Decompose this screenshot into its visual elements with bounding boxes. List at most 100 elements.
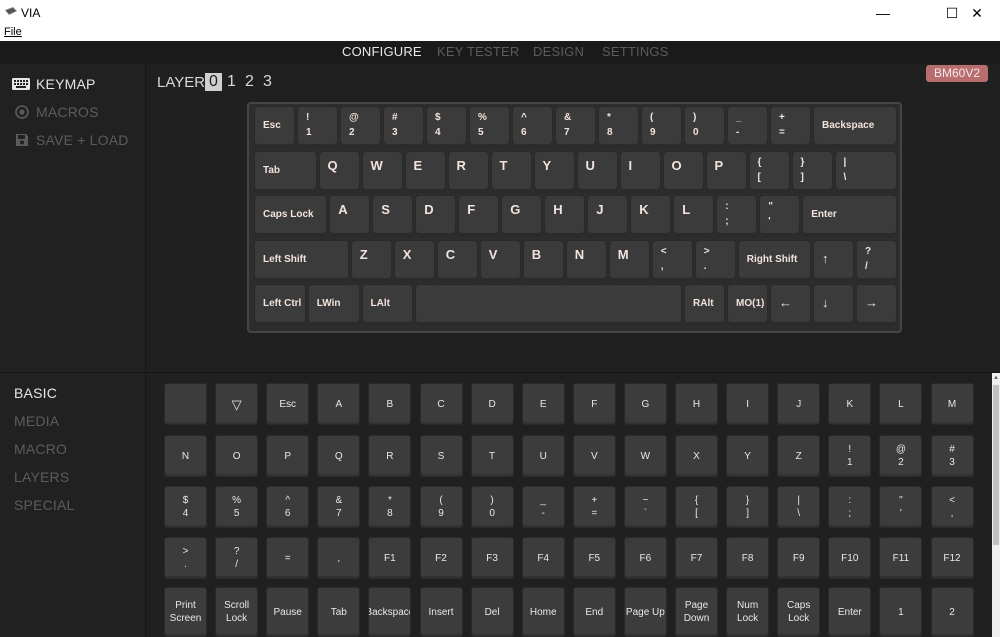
keymap-key[interactable]: K xyxy=(631,196,671,236)
keymap-key[interactable]: M xyxy=(609,241,649,281)
keymap-key[interactable]: Backspace xyxy=(814,107,896,147)
keymap-key[interactable]: MO(1) xyxy=(728,285,767,325)
keycode-button[interactable]: | \ xyxy=(777,486,821,528)
keycode-button[interactable]: R xyxy=(368,435,412,477)
keymap-key[interactable]: & 7 xyxy=(556,107,595,147)
keycode-button[interactable]: B xyxy=(368,383,412,425)
keymap-key[interactable]: E xyxy=(405,152,445,192)
keycode-button[interactable]: F8 xyxy=(726,537,770,579)
keycode-button[interactable]: F7 xyxy=(675,537,718,579)
tab-key-tester[interactable]: KEY TESTER xyxy=(437,44,519,59)
keycode-button[interactable]: F1 xyxy=(368,537,412,579)
keycode-button[interactable]: Insert xyxy=(419,587,463,637)
keycode-button[interactable]: $4 xyxy=(164,486,207,528)
keymap-key[interactable]: O xyxy=(663,152,703,192)
keymap-key[interactable]: * 8 xyxy=(599,107,638,147)
keymap-key[interactable]: X xyxy=(394,241,434,281)
keycode-button[interactable]: T xyxy=(470,435,514,477)
keycode-button[interactable]: Scroll Lock xyxy=(215,587,259,637)
keymap-key[interactable]: :; xyxy=(717,196,757,236)
keymap-key[interactable]: A xyxy=(330,196,370,236)
keymap-key[interactable]: W xyxy=(362,152,402,192)
keycode-button[interactable]: >. xyxy=(164,537,207,579)
keycode-button[interactable]: ^ 6 xyxy=(266,486,310,528)
category-basic[interactable]: BASIC xyxy=(14,385,57,401)
keymap-key[interactable]: Enter xyxy=(803,196,896,236)
keycode-button[interactable]: _ - xyxy=(521,486,565,528)
keymap-key[interactable]: Y xyxy=(534,152,574,192)
layer-1-button[interactable]: 1 xyxy=(223,73,240,91)
keycode-button[interactable]: + = xyxy=(572,486,616,528)
keymap-key[interactable]: {[ xyxy=(749,152,789,192)
keycode-button[interactable]: 2 xyxy=(930,587,974,637)
keycode-button[interactable]: O xyxy=(215,435,259,477)
keymap-key[interactable]: " ' xyxy=(760,196,800,236)
keycode-button[interactable]: (9 xyxy=(419,486,463,528)
keymap-key[interactable]: ) 0 xyxy=(685,107,724,147)
keycode-button[interactable]: K xyxy=(828,383,872,425)
keymap-key[interactable]: <, xyxy=(652,241,692,281)
keymap-key[interactable]: → xyxy=(857,285,896,325)
close-button[interactable]: ✕ xyxy=(954,0,1000,26)
palette-scrollbar[interactable]: ▲ xyxy=(992,373,1000,637)
layer-3-button[interactable]: 3 xyxy=(259,73,276,91)
keycode-button[interactable]: P xyxy=(266,435,310,477)
keymap-key[interactable]: H xyxy=(545,196,585,236)
keycode-button[interactable]: ~ ` xyxy=(623,486,667,528)
keymap-key[interactable]: ^ 6 xyxy=(513,107,552,147)
keycode-button[interactable]: End xyxy=(572,587,616,637)
keycode-button[interactable]: F5 xyxy=(572,537,616,579)
keycode-button[interactable]: 1 xyxy=(879,587,923,637)
keymap-key[interactable]: F xyxy=(459,196,499,236)
keymap-key[interactable]: P xyxy=(706,152,746,192)
keycode-button[interactable]: & 7 xyxy=(317,486,361,528)
keymap-key[interactable]: ← xyxy=(771,285,810,325)
keycode-button[interactable]: " ' xyxy=(879,486,923,528)
keycode-button[interactable]: N xyxy=(164,435,207,477)
keycode-button[interactable]: M xyxy=(930,383,974,425)
keymap-key[interactable]: G xyxy=(502,196,542,236)
keycode-button[interactable] xyxy=(164,383,207,425)
keycode-button[interactable]: {[ xyxy=(675,486,718,528)
layer-0-button[interactable]: 0 xyxy=(205,73,222,91)
keycode-button[interactable]: Del xyxy=(470,587,514,637)
keycode-button[interactable]: F xyxy=(572,383,616,425)
transparent-keycode-icon[interactable]: ▽ xyxy=(215,383,259,425)
keymap-key[interactable]: LWin xyxy=(308,285,359,325)
keymap-key[interactable]: ? / xyxy=(857,241,896,281)
keymap-key[interactable]: @2 xyxy=(341,107,380,147)
keymap-key[interactable]: Q xyxy=(319,152,359,192)
keycode-button[interactable]: V xyxy=(572,435,616,477)
keycode-button[interactable]: F11 xyxy=(879,537,923,579)
keycode-button[interactable]: J xyxy=(777,383,821,425)
keymap-key[interactable]: }] xyxy=(792,152,832,192)
keycode-button[interactable]: Page Up xyxy=(623,587,667,637)
keycode-button[interactable]: }] xyxy=(726,486,770,528)
keymap-key[interactable]: ! 1 xyxy=(298,107,337,147)
keymap-key[interactable]: (9 xyxy=(642,107,681,147)
keycode-button[interactable]: I xyxy=(726,383,770,425)
keycode-button[interactable]: D xyxy=(470,383,514,425)
sidebar-item-save-load[interactable]: SAVE + LOAD xyxy=(14,132,129,148)
keycode-button[interactable]: F3 xyxy=(470,537,514,579)
keycode-button[interactable]: Q xyxy=(317,435,361,477)
keycode-button[interactable]: Pause xyxy=(266,587,310,637)
keymap-key[interactable]: D xyxy=(416,196,456,236)
keycode-button[interactable]: = xyxy=(266,537,310,579)
keymap-key[interactable]: #3 xyxy=(384,107,423,147)
keymap-key[interactable]: Left Shift xyxy=(255,241,348,281)
keymap-key[interactable]: ↑ xyxy=(814,241,853,281)
keymap-key[interactable]: >. xyxy=(695,241,735,281)
sidebar-item-macros[interactable]: MACROS xyxy=(14,104,99,120)
tab-design[interactable]: DESIGN xyxy=(533,44,584,59)
layer-2-button[interactable]: 2 xyxy=(241,73,258,91)
scroll-up-icon[interactable]: ▲ xyxy=(992,374,1000,382)
category-media[interactable]: MEDIA xyxy=(14,413,59,429)
keymap-key[interactable]: L xyxy=(674,196,714,236)
keymap-key[interactable]: T xyxy=(491,152,531,192)
keymap-key[interactable]: % 5 xyxy=(470,107,509,147)
keycode-button[interactable]: Home xyxy=(521,587,565,637)
keycode-button[interactable]: <, xyxy=(930,486,974,528)
keymap-key[interactable]: Z xyxy=(351,241,391,281)
keymap-key[interactable]: $4 xyxy=(427,107,466,147)
